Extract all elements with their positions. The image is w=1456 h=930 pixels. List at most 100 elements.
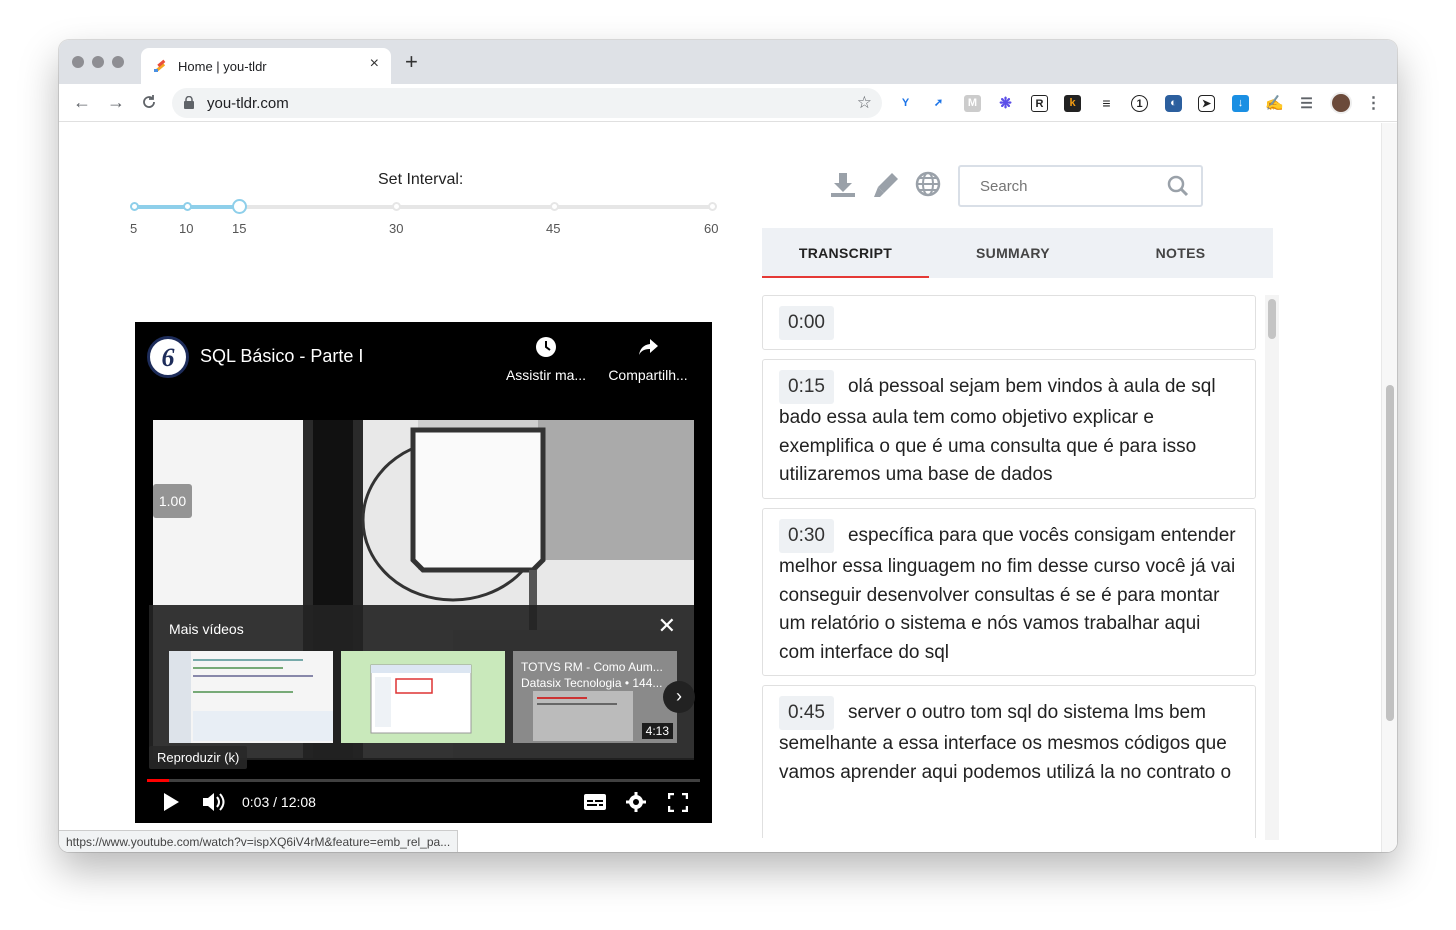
slider-dot[interactable]: [183, 202, 192, 211]
transcript-text: server o outro tom sql do sistema lms be…: [779, 702, 1232, 783]
timestamp[interactable]: 0:15: [779, 370, 834, 404]
suggested-video-1[interactable]: [169, 651, 333, 743]
transcript-entry[interactable]: 0:30 específica para que vocês consigam e…: [762, 508, 1256, 676]
share-arrow-icon: [639, 339, 658, 355]
time-display: 0:03 / 12:08: [242, 794, 316, 810]
transcript-entry[interactable]: 0:45 server o outro tom sql do sistema lm…: [762, 685, 1256, 838]
highlighter-icon[interactable]: [872, 171, 900, 199]
close-icon[interactable]: ✕: [658, 615, 676, 637]
timestamp[interactable]: 0:00: [779, 306, 834, 340]
transcript-scrollbar[interactable]: [1265, 295, 1279, 840]
tick-label: 5: [130, 221, 138, 236]
slider-dot[interactable]: [550, 202, 559, 211]
browser-window: Home | you-tldr × + ← → you-tldr.com ☆ Y…: [59, 40, 1397, 852]
settings-gear-icon[interactable]: [626, 792, 646, 812]
tab-title: Home | you-tldr: [178, 59, 267, 74]
browser-tab[interactable]: Home | you-tldr ×: [141, 48, 391, 84]
suggested-video-2[interactable]: [341, 651, 505, 743]
fullscreen-icon[interactable]: [668, 793, 688, 812]
channel-logo[interactable]: 6: [147, 336, 189, 378]
tab-summary[interactable]: SUMMARY: [929, 228, 1097, 278]
transcript-text: olá pessoal sejam bem vindos à aula de s…: [779, 376, 1216, 485]
zoom-window-button[interactable]: [112, 56, 124, 68]
clock-icon: [536, 337, 556, 357]
back-arrow-icon[interactable]: ←: [73, 93, 91, 111]
send-icon[interactable]: ➤: [1198, 95, 1215, 112]
transcript-scrollbar-thumb[interactable]: [1268, 299, 1276, 339]
asterisk-icon[interactable]: ❋: [997, 95, 1014, 112]
you-tldr-favicon-icon: [154, 59, 166, 72]
play-icon[interactable]: [162, 792, 180, 812]
profile-avatar[interactable]: [1330, 92, 1352, 114]
channel-6-icon: 6: [162, 343, 175, 372]
bookmark-star-icon[interactable]: ☆: [857, 93, 872, 113]
page-scrollbar[interactable]: [1381, 123, 1397, 852]
panel-tabs: TRANSCRIPT SUMMARY NOTES: [762, 228, 1273, 278]
volume-icon[interactable]: [202, 791, 228, 813]
tick-label: 10: [179, 221, 194, 236]
suggested-video-channel: Datasix Tecnologia • 144...: [521, 676, 663, 690]
yoast-icon[interactable]: Y: [897, 95, 914, 112]
k-icon[interactable]: k: [1064, 95, 1081, 112]
list-icon[interactable]: ≡: [1098, 95, 1115, 112]
slider-dot[interactable]: [392, 202, 401, 211]
mercury-icon[interactable]: M: [964, 95, 981, 112]
duration-badge: 4:13: [641, 723, 673, 739]
suggested-video-3[interactable]: TOTVS RM - Como Aum... Datasix Tecnologi…: [513, 651, 677, 743]
1password-icon[interactable]: 1: [1131, 95, 1148, 112]
minimize-window-button[interactable]: [92, 56, 104, 68]
share-icon[interactable]: ➚: [930, 95, 947, 112]
search-icon[interactable]: [1167, 175, 1189, 197]
watch-later-label: Assistir ma...: [505, 367, 587, 383]
slider-dot[interactable]: [130, 202, 139, 211]
download-icon[interactable]: [830, 171, 856, 199]
tab-close-icon[interactable]: ×: [370, 55, 379, 73]
search-input[interactable]: Search: [958, 165, 1203, 207]
transcript-entry[interactable]: 0:00: [762, 295, 1256, 350]
svg-text:6: 6: [162, 343, 175, 372]
puzzle-icon[interactable]: ✍: [1265, 95, 1284, 112]
play-tooltip: Reproduzir (k): [149, 746, 248, 769]
timestamp[interactable]: 0:30: [779, 519, 834, 553]
share-label: Compartilh...: [608, 367, 688, 383]
download-icon[interactable]: ↓: [1232, 95, 1249, 112]
video-title[interactable]: SQL Básico - Parte I: [200, 346, 363, 367]
title-bar: Home | you-tldr × +: [59, 40, 1397, 84]
tab-notes[interactable]: NOTES: [1097, 228, 1264, 278]
new-tab-button[interactable]: +: [405, 51, 418, 73]
timestamp[interactable]: 0:45: [779, 696, 834, 730]
reload-icon[interactable]: [141, 94, 157, 110]
share-button[interactable]: Compartilh...: [603, 336, 693, 383]
watch-later-button[interactable]: Assistir ma...: [501, 336, 591, 383]
chevron-right-icon[interactable]: ›: [663, 681, 695, 713]
tab-transcript[interactable]: TRANSCRIPT: [762, 228, 929, 278]
transcript-entry[interactable]: 0:15 olá pessoal sejam bem vindos à aula …: [762, 359, 1256, 499]
forward-arrow-icon[interactable]: →: [107, 93, 125, 111]
more-videos-overlay: Mais vídeos ✕ TOTVS RM - Como Aum... Dat…: [149, 605, 695, 760]
browser-toolbar: ← → you-tldr.com ☆ Y ➚ M ❋ R k ≡ 1 ◐ ➤ ↓…: [59, 84, 1397, 122]
tick-label: 60: [704, 221, 719, 236]
menu-icon[interactable]: ⋮: [1365, 95, 1382, 112]
slider-dot[interactable]: [708, 202, 717, 211]
suggested-video-title: TOTVS RM - Como Aum...: [521, 660, 663, 674]
tick-label: 45: [546, 221, 561, 236]
close-window-button[interactable]: [72, 56, 84, 68]
tick-label: 30: [389, 221, 404, 236]
address-bar[interactable]: you-tldr.com ☆: [172, 88, 882, 118]
playback-speed-badge: 1.00: [153, 484, 192, 518]
video-player[interactable]: 6 SQL Básico - Parte I Assistir ma... Co…: [135, 322, 712, 823]
playlist-icon[interactable]: ☰: [1298, 95, 1315, 112]
transcript-list: 0:00 0:15 olá pessoal sejam bem vindos à …: [762, 293, 1258, 838]
edge-icon[interactable]: ◐: [1165, 95, 1182, 112]
transcript-text: específica para que vocês consigam enten…: [779, 525, 1236, 663]
readwise-icon[interactable]: R: [1031, 95, 1048, 112]
subtitles-icon[interactable]: [584, 794, 606, 810]
page-scrollbar-thumb[interactable]: [1386, 385, 1394, 721]
progress-played: [147, 779, 169, 782]
progress-bar[interactable]: [147, 779, 700, 782]
tick-label: 15: [232, 221, 247, 236]
lock-icon: [184, 96, 194, 109]
globe-icon[interactable]: [915, 171, 941, 197]
interval-slider-handle[interactable]: [232, 199, 247, 214]
thumbnail-image: [169, 651, 333, 743]
